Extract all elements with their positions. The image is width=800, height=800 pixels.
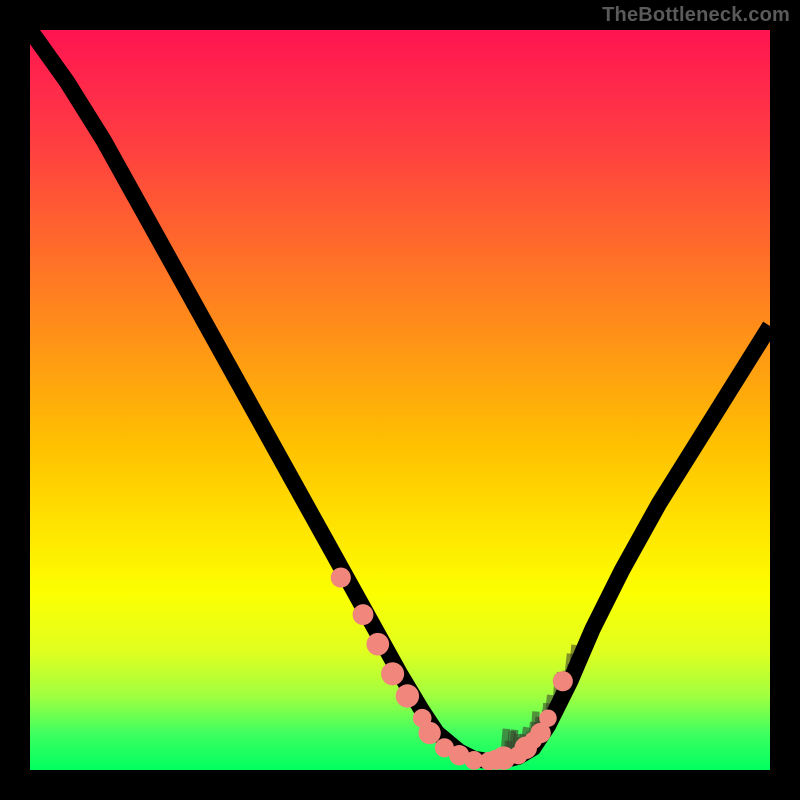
marker-dot <box>331 568 351 588</box>
bottleneck-curve <box>30 30 770 761</box>
plot-area <box>30 30 770 770</box>
marker-dot <box>396 684 419 707</box>
marker-dot <box>353 604 374 625</box>
watermark-text: TheBottleneck.com <box>602 4 790 27</box>
marker-dot <box>366 633 389 656</box>
marker-dot <box>539 709 556 726</box>
chart-container: TheBottleneck.com <box>0 0 800 800</box>
chart-svg <box>30 30 770 770</box>
marker-dot <box>553 671 573 691</box>
marker-dot <box>418 722 440 744</box>
marker-dot <box>381 662 404 685</box>
